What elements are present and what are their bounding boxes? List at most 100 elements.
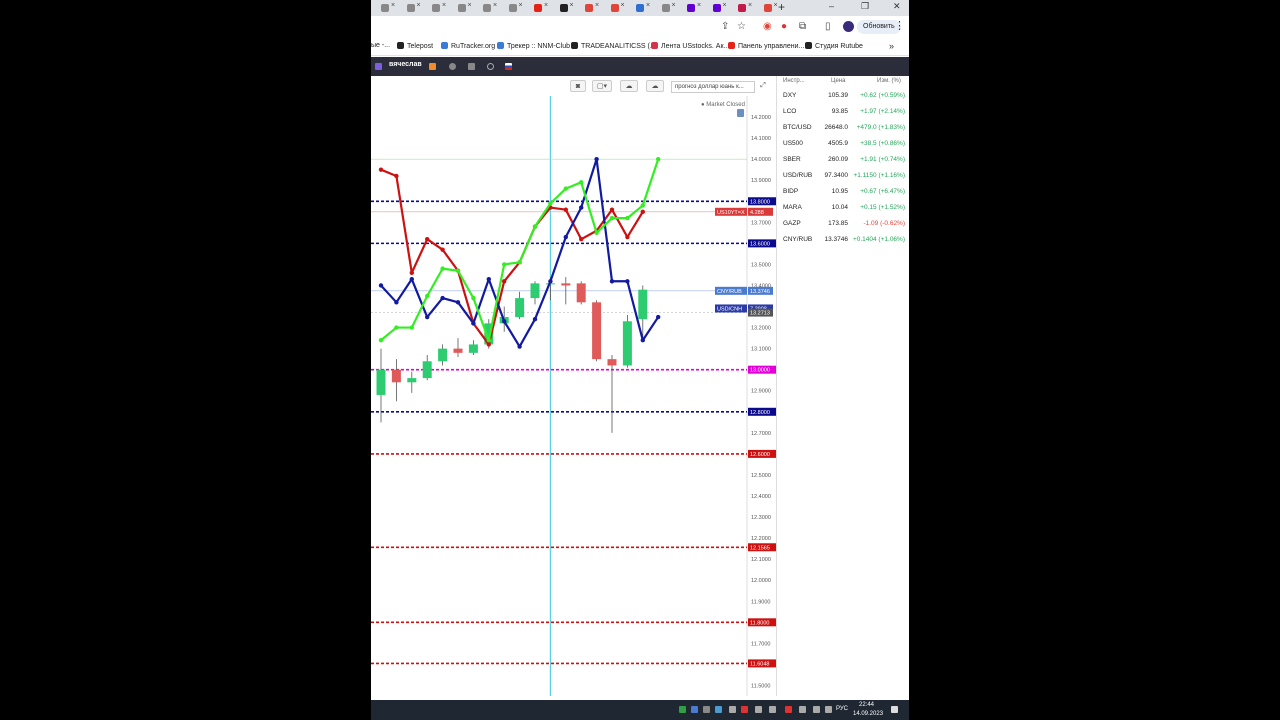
close-tab-icon[interactable]: × [493, 2, 497, 9]
close-tab-icon[interactable]: × [723, 2, 727, 9]
maximize-icon[interactable]: ❐ [861, 1, 869, 12]
browser-tab[interactable]: × [454, 2, 476, 14]
watchlist-row[interactable]: USD/RUB 97.3400 +1.1150 (+1.16%) [777, 172, 909, 188]
watchlist-row[interactable]: LCO 93.85 +1.97 (+2.14%) [777, 108, 909, 124]
watchlist-row[interactable]: GAZP 173.85 -1.09 (-0.62%) [777, 220, 909, 236]
share-icon[interactable]: ⇪ [721, 21, 729, 32]
bookmark-item[interactable]: Студия Rutube [805, 42, 863, 50]
layout-dropdown-icon[interactable]: ▢▾ [592, 80, 612, 92]
bookmark-item[interactable]: ые -... [371, 42, 390, 49]
close-window-icon[interactable]: ✕ [893, 1, 901, 12]
browser-tab[interactable]: × [530, 2, 552, 14]
user-name[interactable]: вячеслав [389, 61, 422, 68]
new-tab-icon[interactable]: + [778, 0, 785, 14]
profile-avatar[interactable] [843, 21, 854, 32]
watchlist-symbol: SBER [783, 156, 801, 163]
watchlist-change: +1.1150 (+1.16%) [853, 172, 905, 179]
close-tab-icon[interactable]: × [621, 2, 625, 9]
close-tab-icon[interactable]: × [774, 2, 778, 9]
bookmarks-more-icon[interactable]: » [889, 41, 894, 51]
battery-icon[interactable] [813, 706, 820, 713]
screenshot-icon[interactable]: ◙ [570, 80, 586, 92]
watchlist-row[interactable]: BIDP 10.95 +0.67 (+6.47%) [777, 188, 909, 204]
bell-icon[interactable] [449, 63, 456, 70]
browser-tab[interactable]: × [607, 2, 629, 14]
notifications-icon[interactable] [891, 706, 898, 713]
usb-icon[interactable] [729, 706, 736, 713]
browser-tab[interactable]: × [683, 2, 705, 14]
cloud-off-icon[interactable]: ☁ [620, 80, 638, 92]
opera-extension-icon[interactable]: ● [781, 21, 787, 32]
bookmark-item[interactable]: RuTracker.org [441, 42, 495, 50]
nvidia-icon[interactable] [679, 706, 686, 713]
watchlist-row[interactable]: SBER 260.09 +1.91 (+0.74%) [777, 156, 909, 172]
close-tab-icon[interactable]: × [544, 2, 548, 9]
telegram-icon[interactable] [715, 706, 722, 713]
browser-tab[interactable]: × [556, 2, 578, 14]
browser-tab[interactable]: × [632, 2, 654, 14]
language-indicator[interactable]: РУС [836, 706, 848, 712]
close-tab-icon[interactable]: × [570, 2, 574, 9]
language-flag-icon[interactable] [505, 63, 512, 70]
bookmark-item[interactable]: Панель управлени... [728, 42, 804, 50]
close-tab-icon[interactable]: × [417, 2, 421, 9]
close-tab-icon[interactable]: × [442, 2, 446, 9]
browser-tab[interactable]: × [658, 2, 680, 14]
cloud-upload-icon[interactable]: ☁ [646, 80, 664, 92]
github-icon [559, 4, 568, 12]
close-tab-icon[interactable]: × [595, 2, 599, 9]
star-icon[interactable]: ☆ [737, 21, 746, 32]
close-tab-icon[interactable]: × [468, 2, 472, 9]
menu-icon[interactable]: ⋮ [894, 19, 905, 32]
briefcase-icon[interactable] [468, 63, 475, 70]
browser-tab[interactable]: × [479, 2, 501, 14]
clock-date[interactable]: 14.09.2023 [853, 711, 883, 717]
bookmark-item[interactable]: Трекер :: NNM-Club [497, 42, 570, 50]
clock-icon[interactable] [487, 63, 494, 70]
extension-icon[interactable]: ◉ [763, 21, 772, 32]
extensions-puzzle-icon[interactable]: ⧉ [799, 21, 806, 32]
browser-tab[interactable]: × [505, 2, 527, 14]
monitor-icon[interactable] [755, 706, 762, 713]
alert-icon[interactable] [429, 63, 436, 70]
series-point [394, 173, 399, 179]
watchlist-row[interactable]: BTC/USD 26648.0 +479.0 (+1.83%) [777, 124, 909, 140]
browser-tab[interactable]: × [734, 2, 756, 14]
opera-tray-icon[interactable] [741, 706, 748, 713]
sidebar-icon[interactable]: ▯ [825, 21, 831, 32]
watchlist-row[interactable]: MARA 10.04 +0.15 (+1.52%) [777, 204, 909, 220]
close-tab-icon[interactable]: × [519, 2, 523, 9]
browser-tab[interactable]: × [709, 2, 731, 14]
close-tab-icon[interactable]: × [748, 2, 752, 9]
close-tab-icon[interactable]: × [646, 2, 650, 9]
steam-icon[interactable] [703, 706, 710, 713]
clock-time[interactable]: 22:44 [859, 702, 874, 708]
bookmark-item[interactable]: TRADEANALITICSS (... [571, 42, 656, 50]
expand-icon[interactable]: ⤢ [758, 80, 768, 92]
watchlist-row[interactable]: CNY/RUB 13.3746 +0.1404 (+1.06%) [777, 236, 909, 252]
watchlist-row[interactable]: DXY 105.39 +0.62 (+0.59%) [777, 92, 909, 108]
close-tab-icon[interactable]: × [672, 2, 676, 9]
chart-panel[interactable]: 14.2000 14.1000 14.0000 13.9000 13.7000 13.60… [371, 76, 777, 696]
close-tab-icon[interactable]: × [697, 2, 701, 9]
bookmark-item[interactable]: Лента USstocks. Ак... [651, 42, 729, 50]
browser-tab[interactable]: × [377, 2, 399, 14]
minimize-icon[interactable]: – [829, 1, 834, 11]
browser-tab[interactable]: × [581, 2, 603, 14]
volume-icon[interactable] [769, 706, 776, 713]
watchlist-header-change[interactable]: Изм. (%) [877, 78, 901, 84]
close-tab-icon[interactable]: × [391, 2, 395, 9]
browser-tab[interactable]: × [403, 2, 425, 14]
watchlist-row[interactable]: US500 4505.9 +38.5 (+0.86%) [777, 140, 909, 156]
yandex-icon[interactable] [785, 706, 792, 713]
browser-tab[interactable]: × [428, 2, 450, 14]
network-icon[interactable] [799, 706, 806, 713]
watchlist-header-symbol[interactable]: Инстр... [783, 78, 805, 84]
forecast-layout-select[interactable]: прогноз доллар юань к... [671, 81, 755, 93]
watchlist-header-price[interactable]: Цена [831, 78, 845, 84]
speaker-icon[interactable] [825, 706, 832, 713]
price-chart[interactable]: 14.2000 14.1000 14.0000 13.9000 13.7000 13.60… [371, 76, 777, 696]
url-field[interactable] [371, 19, 711, 35]
ru-app-icon[interactable] [691, 706, 698, 713]
bookmark-item[interactable]: Telepost [397, 42, 433, 50]
